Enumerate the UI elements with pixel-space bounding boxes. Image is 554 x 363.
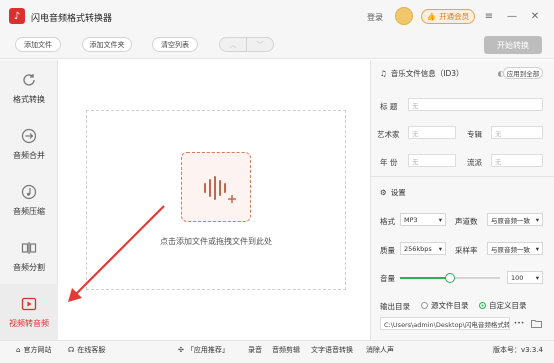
source-dir-radio[interactable]: 源文件目录: [421, 300, 469, 311]
genre-field[interactable]: 无: [491, 154, 543, 167]
annotation-arrow-icon: [68, 205, 165, 302]
vip-label: 开通会员: [439, 12, 470, 21]
album-field[interactable]: 无: [491, 126, 543, 139]
radio-icon: [421, 302, 428, 309]
channels-select[interactable]: 与原音频一致 ▾: [487, 213, 543, 226]
format-select[interactable]: MP3 ▾: [400, 213, 446, 226]
move-down-icon[interactable]: ﹀: [247, 38, 273, 51]
sidebar-item-video-to-audio[interactable]: 视频转音频: [0, 284, 58, 340]
app-title: 闪电音频格式转换器: [31, 14, 113, 24]
start-convert-button[interactable]: 开始转换: [484, 36, 542, 54]
browse-button[interactable]: •••: [512, 317, 526, 330]
home-icon: ⌂: [16, 346, 21, 354]
settings-section-title: ⚙ 设置: [380, 188, 406, 197]
channels-label: 声道数: [455, 217, 478, 226]
thumb-icon: 👍: [426, 12, 437, 21]
samplerate-select[interactable]: 与原音频一致 ▾: [487, 242, 543, 255]
chevron-down-icon: ▾: [535, 244, 539, 253]
split-icon: [20, 239, 38, 257]
year-label: 年 份: [380, 158, 398, 167]
sidebar-item-label: 视频转音频: [9, 319, 49, 328]
avatar[interactable]: [395, 7, 413, 25]
move-up-icon[interactable]: ︿: [220, 38, 247, 51]
tools-icon: ✣: [178, 346, 184, 354]
sidebar-item-format[interactable]: 格式转换: [0, 60, 58, 116]
sidebar-item-label: 音频压缩: [13, 207, 45, 216]
title-label: 标 题: [380, 102, 398, 111]
chevron-down-icon: ▾: [438, 244, 442, 253]
chevron-down-icon: ▾: [438, 215, 442, 224]
samplerate-label: 采样率: [455, 246, 478, 255]
artist-label: 艺术家: [377, 130, 400, 139]
sidebar-item-merge[interactable]: 音频合并: [0, 116, 58, 172]
recommend-label: ✣ 「应用推荐」: [178, 346, 229, 354]
format-label: 格式: [380, 217, 395, 226]
clear-list-button[interactable]: 清空列表: [152, 37, 198, 52]
merge-icon: [20, 127, 38, 145]
move-buttons: ︿ ﹀: [219, 37, 274, 52]
minimize-icon[interactable]: —: [505, 9, 519, 23]
app-link-record[interactable]: 录音: [248, 345, 262, 355]
add-file-button[interactable]: 添加文件: [15, 37, 61, 52]
sidebar-item-split[interactable]: 音频分割: [0, 228, 58, 284]
volume-slider-handle[interactable]: [445, 273, 455, 283]
app-link-audio-edit[interactable]: 音频剪辑: [272, 345, 300, 355]
gear-icon: ⚙: [380, 188, 387, 197]
divider: [370, 176, 554, 177]
chevron-down-icon: ▾: [535, 215, 539, 224]
service-link[interactable]: ☊ 在线客服: [68, 345, 105, 355]
website-link[interactable]: ⌂ 官方网站: [16, 345, 51, 355]
sidebar-item-label: 音频分割: [13, 263, 45, 272]
app-logo-icon: ♪: [9, 8, 25, 24]
title-field[interactable]: 无: [408, 98, 543, 111]
volume-slider-fill: [400, 277, 450, 279]
sidebar-item-compress[interactable]: 音频压缩: [0, 172, 58, 228]
id3-section-title: ♫ 音乐文件信息（ID3） ◐: [380, 69, 505, 78]
folder-icon[interactable]: [530, 317, 542, 330]
play-icon: [20, 295, 38, 313]
genre-label: 流派: [467, 158, 482, 167]
album-label: 专辑: [467, 130, 482, 139]
output-label: 输出目录: [380, 302, 410, 311]
menu-icon[interactable]: ≡: [482, 9, 496, 23]
artist-field[interactable]: 无: [408, 126, 456, 139]
sidebar-item-label: 格式转换: [13, 95, 45, 104]
headset-icon: ☊: [68, 346, 75, 354]
login-link[interactable]: 登录: [367, 12, 383, 23]
year-field[interactable]: 无: [408, 154, 456, 167]
quality-select[interactable]: 256kbps ▾: [400, 242, 446, 255]
refresh-icon: [20, 71, 38, 89]
apply-all-button[interactable]: 应用到全部: [503, 67, 543, 79]
sidebar-item-label: 音频合并: [13, 151, 45, 160]
radio-selected-icon: [479, 302, 486, 309]
version-label: 版本号：v3.3.4: [493, 346, 543, 354]
app-link-vocal-remove[interactable]: 消除人声: [366, 345, 394, 355]
music-note-icon: [20, 183, 38, 201]
close-icon[interactable]: ✕: [528, 9, 542, 23]
music-icon: ♫: [380, 69, 387, 78]
app-link-tts[interactable]: 文字语音转换: [311, 345, 353, 355]
volume-label: 音量: [380, 274, 395, 283]
output-path-field[interactable]: C:\Users\admin\Desktop\闪电音频格式转: [380, 317, 510, 330]
vip-button[interactable]: 👍 开通会员: [421, 9, 475, 24]
add-audio-icon[interactable]: [181, 152, 251, 222]
add-folder-button[interactable]: 添加文件夹: [82, 37, 132, 52]
quality-label: 质量: [380, 246, 395, 255]
volume-input[interactable]: 100 ▾: [507, 271, 543, 284]
chevron-down-icon: ▾: [535, 273, 539, 282]
custom-dir-radio[interactable]: 自定义目录: [479, 300, 527, 311]
